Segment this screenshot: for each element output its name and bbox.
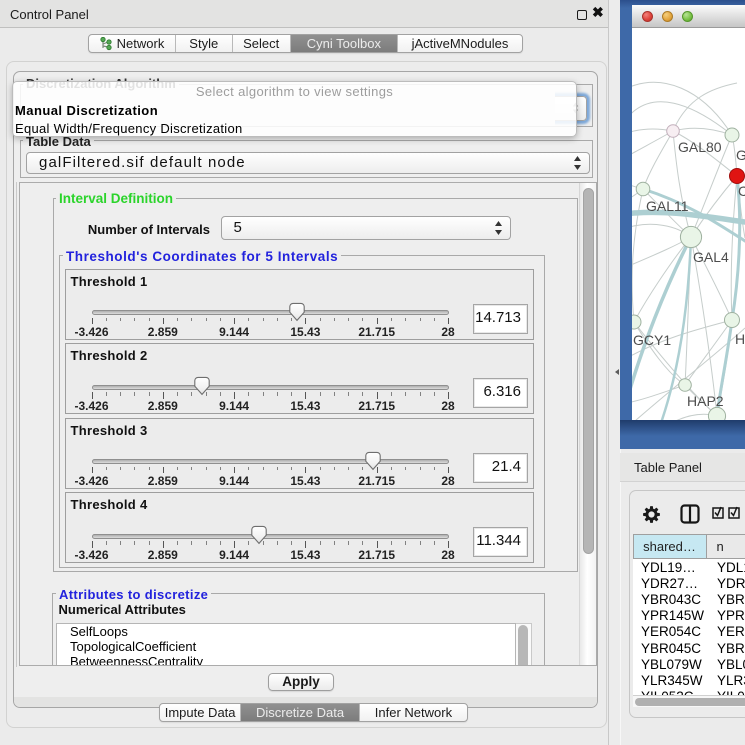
svg-text:G: G <box>736 147 745 163</box>
svg-text:GCY1: GCY1 <box>633 332 671 348</box>
svg-text:GAL11: GAL11 <box>646 198 689 214</box>
svg-text:H: H <box>735 331 745 347</box>
svg-text:C: C <box>738 183 745 199</box>
svg-text:HAP2: HAP2 <box>687 393 724 409</box>
svg-text:GAL80: GAL80 <box>678 139 722 155</box>
svg-text:GAL4: GAL4 <box>693 249 729 265</box>
